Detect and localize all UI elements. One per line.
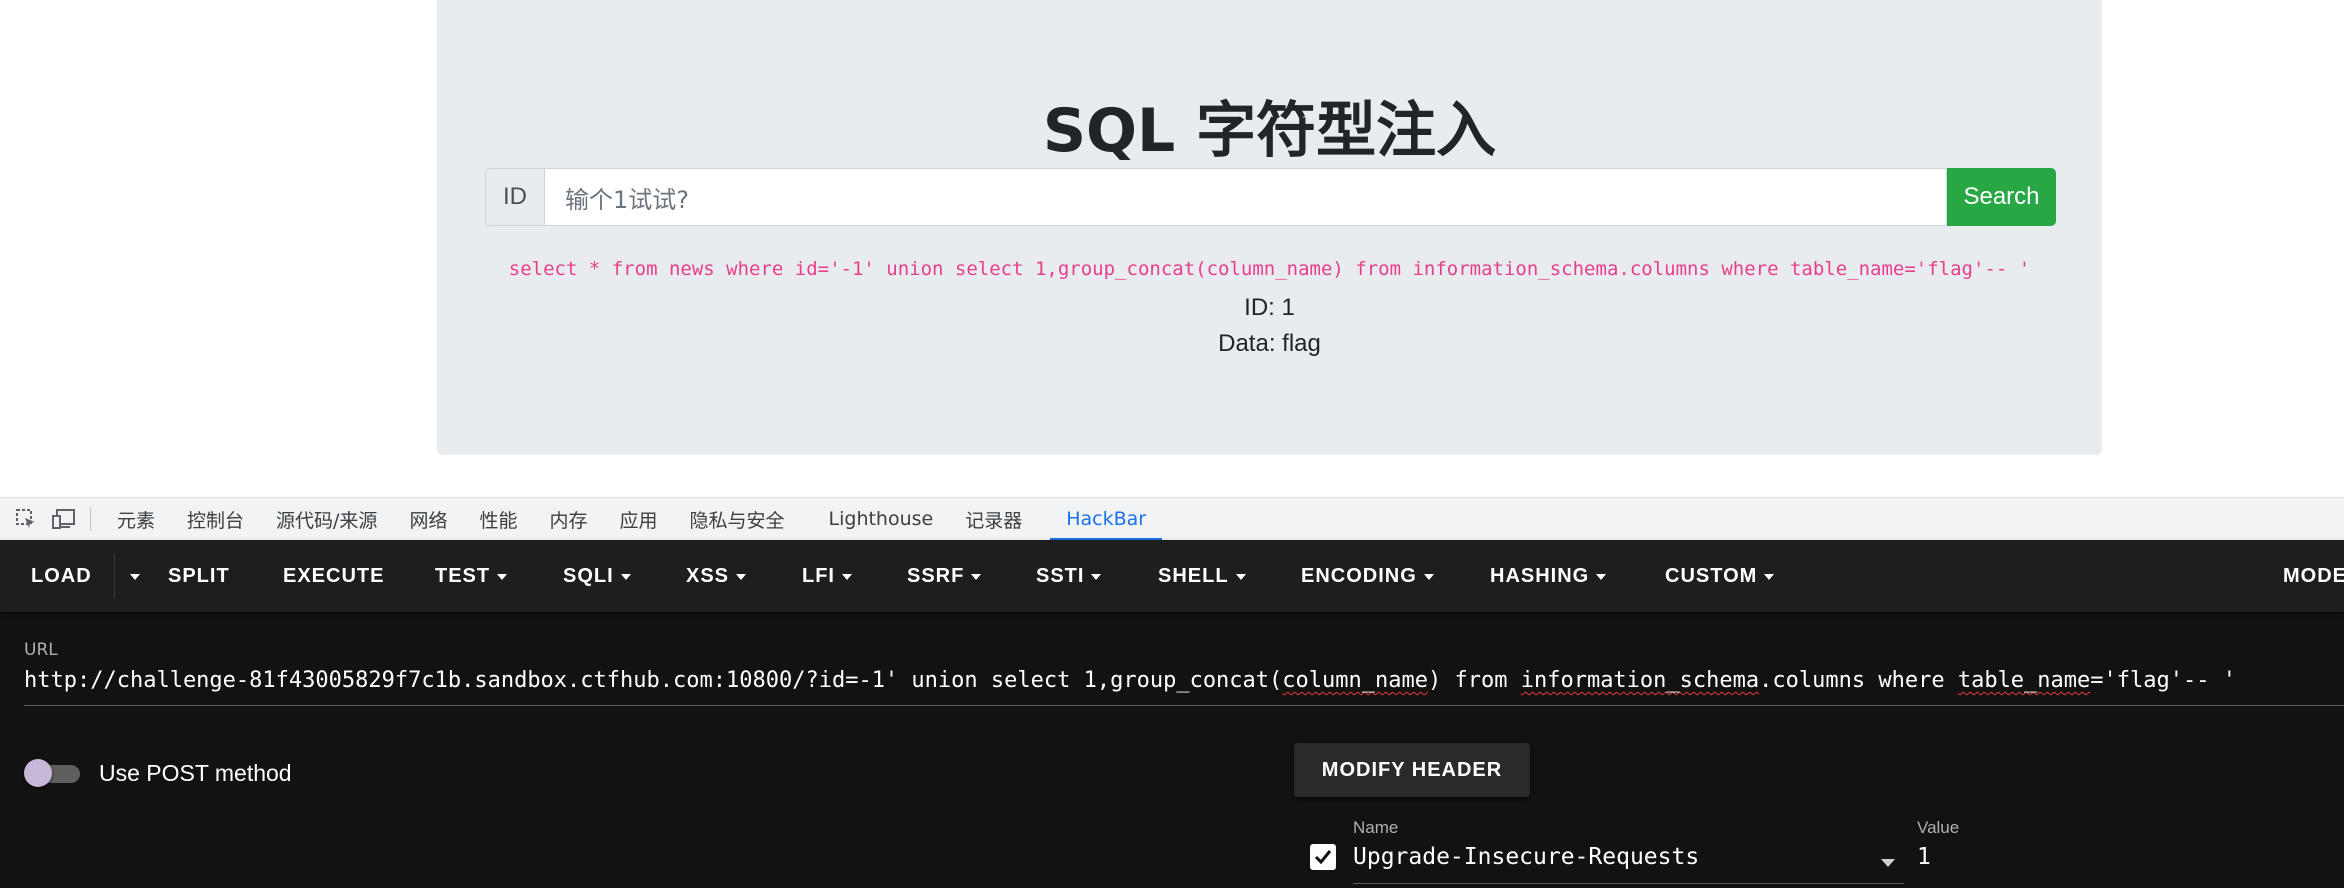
chevron-down-icon — [130, 574, 140, 580]
menu-lfi[interactable]: LFI — [802, 540, 852, 612]
menu-custom-label: CUSTOM — [1665, 564, 1758, 587]
tab-console[interactable]: 控制台 — [171, 498, 260, 541]
menu-load-label: LOAD — [31, 564, 92, 587]
toggle-knob — [24, 759, 52, 787]
menu-execute-label: EXECUTE — [283, 564, 385, 587]
tab-performance[interactable]: 性能 — [463, 498, 533, 541]
chevron-down-icon — [971, 574, 982, 580]
menu-encoding-label: ENCODING — [1301, 564, 1417, 587]
menu-xss[interactable]: XSS — [686, 540, 747, 612]
modify-header-button[interactable]: MODIFY HEADER — [1294, 743, 1530, 797]
tab-memory[interactable]: 内存 — [533, 498, 603, 541]
menu-mode[interactable]: MODE — [2283, 540, 2344, 612]
menu-ssrf-label: SSRF — [907, 564, 965, 587]
url-text-part: ='flag'-- ' — [2090, 668, 2236, 693]
url-text-part: .columns where — [1759, 668, 1958, 693]
menu-divider — [114, 554, 115, 598]
menu-split-label: SPLIT — [168, 564, 230, 587]
id-input[interactable]: 输个1试试? — [545, 168, 1947, 226]
tab-recorder[interactable]: 记录器 — [949, 498, 1038, 541]
chevron-down-icon — [620, 574, 631, 580]
jumbotron: SQL 字符型注入 ID 输个1试试? Search select * from… — [437, 0, 2102, 455]
menu-shell[interactable]: SHELL — [1158, 540, 1246, 612]
chevron-down-icon — [1423, 574, 1434, 580]
tab-hackbar[interactable]: HackBar — [1050, 498, 1163, 541]
hackbar-panel: LOAD SPLIT EXECUTE TEST SQLI XSS LFI SSR… — [0, 540, 2344, 888]
menu-encoding[interactable]: ENCODING — [1301, 540, 1434, 612]
tab-network[interactable]: 网络 — [393, 498, 463, 541]
chevron-down-icon — [497, 574, 508, 580]
menu-lfi-label: LFI — [802, 564, 835, 587]
header-name-label: Name — [1353, 818, 1399, 837]
tab-lighthouse[interactable]: Lighthouse — [813, 498, 950, 541]
hackbar-menu: LOAD SPLIT EXECUTE TEST SQLI XSS LFI SSR… — [0, 540, 2344, 612]
page-title: SQL 字符型注入 — [1042, 96, 1497, 166]
menu-execute[interactable]: EXECUTE — [283, 540, 384, 612]
search-input-group: ID 输个1试试? Search — [485, 168, 2056, 226]
url-text-part: table_name — [1957, 668, 2091, 693]
tab-privacy-security[interactable]: 隐私与安全 — [674, 498, 801, 541]
menu-shell-label: SHELL — [1158, 564, 1229, 587]
header-value-input[interactable]: 1 — [1917, 844, 2344, 884]
header-enabled-checkbox[interactable] — [1310, 844, 1336, 870]
checkmark-icon — [1314, 850, 1332, 865]
chevron-down-icon — [842, 574, 852, 580]
url-input[interactable]: http://challenge-81f43005829f7c1b.sandbo… — [24, 668, 2344, 706]
menu-ssti[interactable]: SSTI — [1036, 540, 1102, 612]
result-id: ID: 1 — [1244, 294, 1295, 321]
chevron-down-icon — [1091, 574, 1102, 580]
menu-ssti-label: SSTI — [1036, 564, 1085, 587]
device-toolbar-icon[interactable] — [52, 507, 76, 531]
tab-elements[interactable]: 元素 — [101, 498, 171, 541]
id-label: ID — [485, 168, 545, 226]
menu-load[interactable]: LOAD — [31, 540, 92, 612]
inspect-element-icon[interactable] — [14, 507, 38, 531]
menu-sqli-label: SQLI — [563, 564, 614, 587]
url-text-part: column_name — [1282, 668, 1428, 693]
tab-application[interactable]: 应用 — [603, 498, 673, 541]
menu-load-dropdown[interactable] — [123, 540, 140, 612]
menu-test[interactable]: TEST — [435, 540, 508, 612]
chevron-down-icon[interactable] — [1881, 859, 1895, 867]
chevron-down-icon — [736, 574, 747, 580]
chevron-down-icon — [1764, 574, 1775, 580]
result-data: Data: flag — [1218, 330, 1321, 357]
post-method-label: Use POST method — [99, 760, 292, 786]
menu-test-label: TEST — [435, 564, 491, 587]
header-value-label: Value — [1917, 818, 1960, 837]
menu-mode-label: MODE — [2283, 564, 2344, 587]
tab-sources[interactable]: 源代码/来源 — [260, 498, 393, 541]
url-text-part: ) from — [1428, 668, 1521, 693]
menu-split[interactable]: SPLIT — [168, 540, 230, 612]
url-text-part: http://challenge-81f43005829f7c1b.sandbo… — [24, 668, 1283, 693]
menu-xss-label: XSS — [686, 564, 730, 587]
devtools-tab-bar: 元素 控制台 源代码/来源 网络 性能 内存 应用 隐私与安全 Lighthou… — [0, 497, 2344, 541]
chevron-down-icon — [1596, 574, 1607, 580]
header-name-select[interactable]: Upgrade-Insecure-Requests — [1353, 844, 1904, 884]
menu-ssrf[interactable]: SSRF — [907, 540, 982, 612]
search-button[interactable]: Search — [1947, 168, 2056, 226]
chevron-down-icon — [1235, 574, 1246, 580]
menu-hashing-label: HASHING — [1490, 564, 1590, 587]
menu-sqli[interactable]: SQLI — [563, 540, 631, 612]
menu-custom[interactable]: CUSTOM — [1665, 540, 1775, 612]
toolbar-divider — [90, 507, 91, 531]
post-method-toggle[interactable] — [24, 758, 82, 788]
menu-hashing[interactable]: HASHING — [1490, 540, 1607, 612]
url-label: URL — [24, 640, 58, 660]
url-text-part: information_schema — [1520, 668, 1760, 693]
sql-query-text: select * from news where id='-1' union s… — [508, 258, 2031, 280]
web-page: SQL 字符型注入 ID 输个1试试? Search select * from… — [0, 0, 2344, 497]
